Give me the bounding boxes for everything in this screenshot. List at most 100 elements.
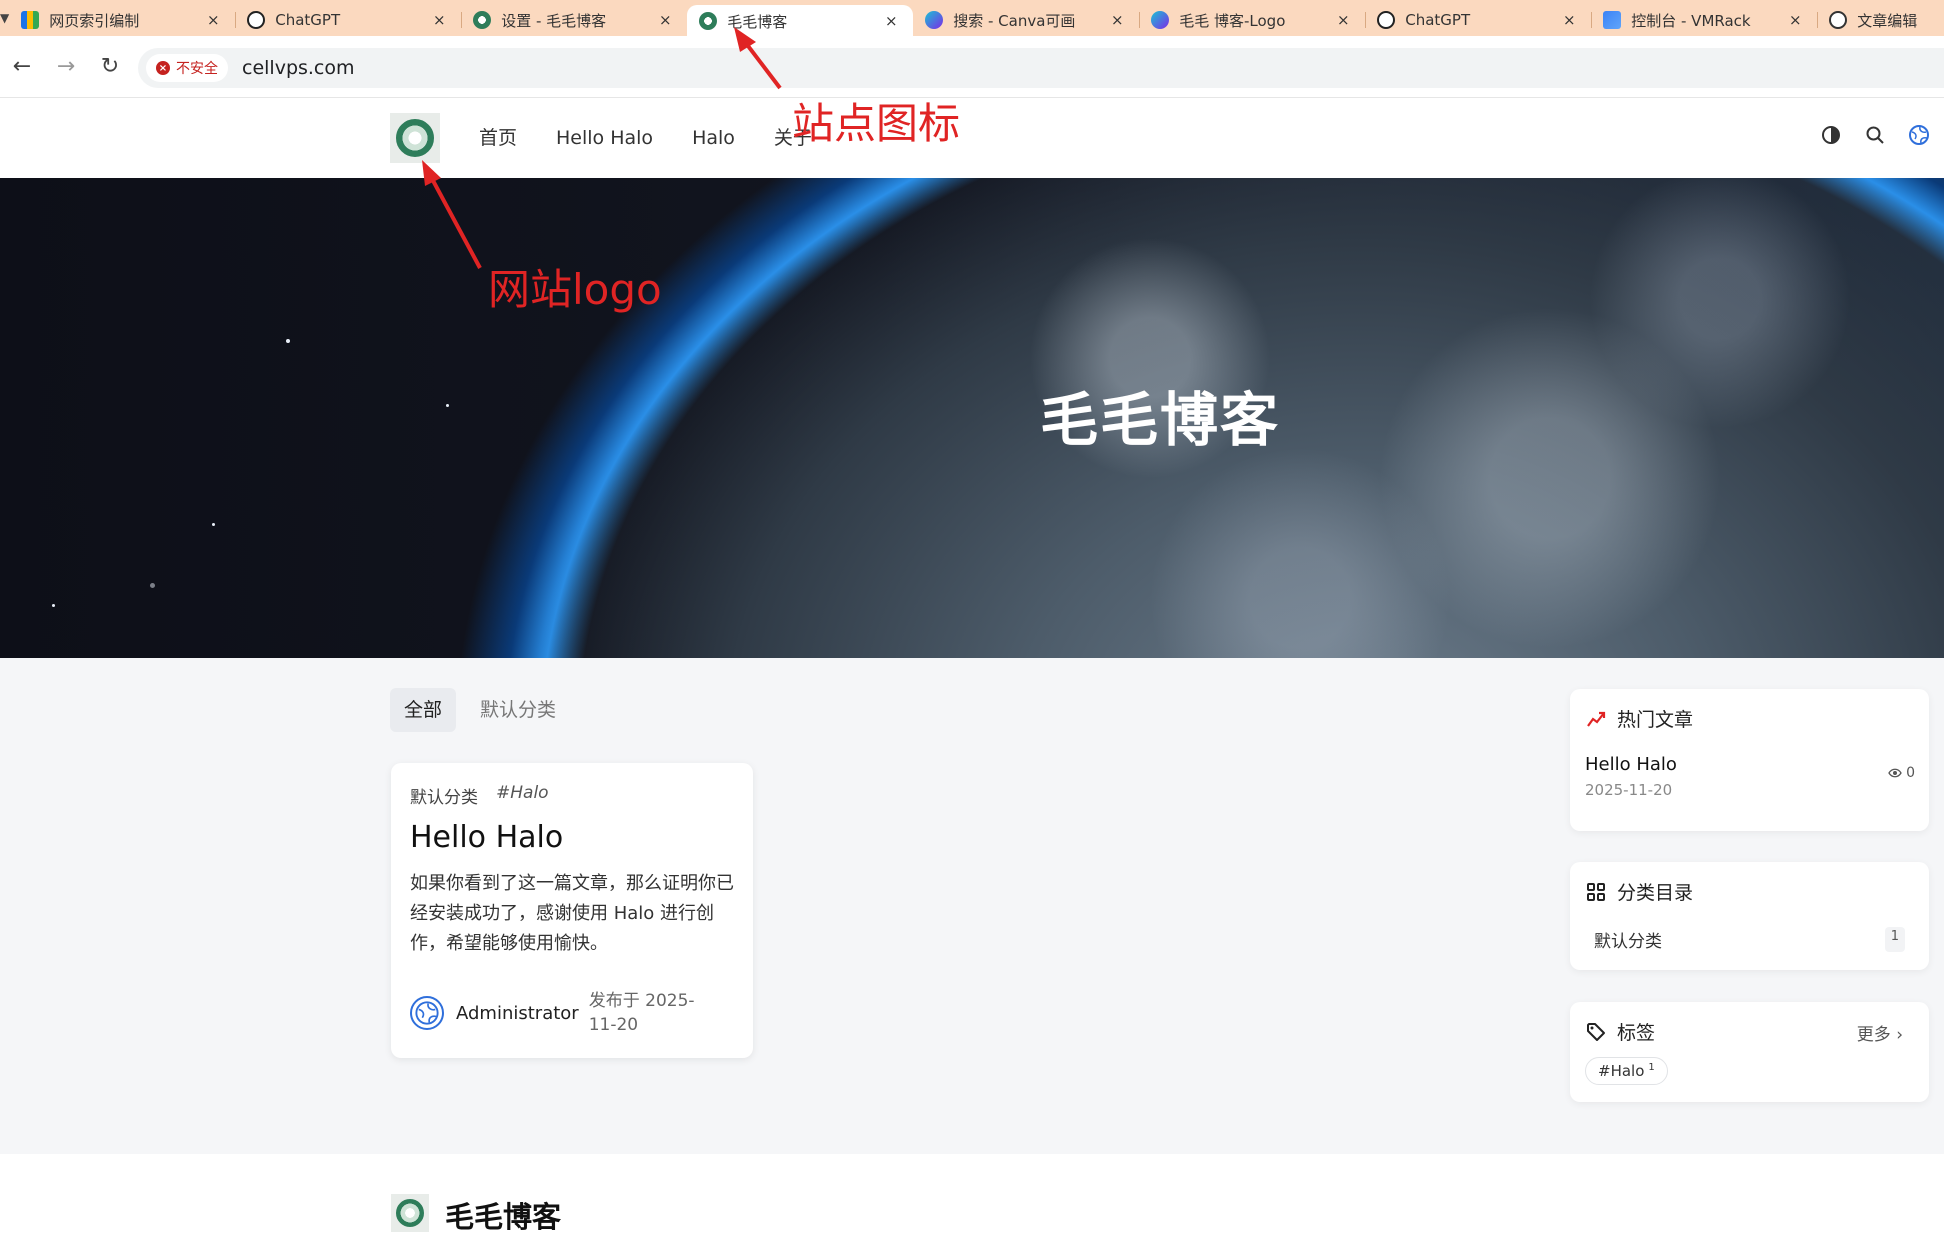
browser-tab[interactable]: ChatGPT × — [1365, 5, 1591, 35]
globe-icon — [1829, 11, 1848, 29]
chatgpt-icon — [247, 11, 266, 29]
tab-title: 搜索 - Canva可画 — [953, 11, 1076, 30]
grid-icon — [1585, 881, 1607, 903]
close-icon[interactable]: × — [205, 11, 221, 29]
browser-tab[interactable]: 控制台 - VMRack × — [1591, 5, 1817, 35]
category-tabs: 全部 默认分类 — [390, 688, 570, 732]
analytics-bars-icon — [21, 11, 40, 29]
tags-widget: 标签 更多 › #Halo 1 — [1570, 1002, 1929, 1102]
tab-title: 毛毛 博客-Logo — [1179, 11, 1286, 30]
view-count-value: 0 — [1906, 765, 1915, 781]
canva-icon — [925, 11, 944, 29]
widget-title: 标签 — [1617, 1022, 1656, 1044]
nav-hello-halo[interactable]: Hello Halo — [556, 122, 653, 154]
browser-tab[interactable]: 网页索引编制 × — [9, 5, 235, 35]
post-card[interactable]: 默认分类 #Halo Hello Halo 如果你看到了这一篇文章，那么证明你已… — [391, 763, 753, 1058]
tab-title: 网页索引编制 — [49, 11, 140, 30]
close-icon[interactable]: × — [883, 12, 899, 30]
hero-banner: 毛毛博客 — [0, 178, 1944, 658]
widget-header: 热门文章 — [1585, 705, 1914, 732]
browser-tab[interactable]: ChatGPT × — [235, 5, 461, 35]
post-meta: 默认分类 #Halo — [410, 783, 734, 808]
security-chip[interactable]: × 不安全 — [146, 54, 228, 82]
browser-tab[interactable]: 毛毛 博客-Logo × — [1139, 5, 1365, 35]
halo-site-icon — [699, 12, 718, 30]
close-icon[interactable]: × — [1561, 11, 1577, 29]
tag-chip[interactable]: #Halo 1 — [1585, 1057, 1668, 1085]
tab-default-category[interactable]: 默认分类 — [466, 688, 570, 732]
close-icon[interactable]: × — [1109, 11, 1125, 29]
warning-icon: × — [156, 61, 170, 75]
star-dot — [52, 604, 55, 607]
tag-name: #Halo — [1598, 1062, 1645, 1080]
back-arrow-icon[interactable]: ← — [0, 54, 44, 79]
post-author[interactable]: Administrator — [456, 1003, 579, 1024]
theme-toggle-icon[interactable] — [1820, 124, 1842, 146]
widget-header: 分类目录 — [1585, 878, 1914, 905]
forward-arrow-icon[interactable]: → — [44, 54, 88, 79]
category-item[interactable]: 默认分类 1 — [1585, 927, 1914, 952]
star-dot — [286, 339, 290, 343]
browser-tab[interactable]: 文章编辑 — [1817, 5, 1944, 35]
browser-tab-active[interactable]: 毛毛博客 × — [687, 5, 914, 36]
hero-title: 毛毛博客 — [1039, 386, 1280, 454]
vmrack-icon — [1603, 11, 1622, 29]
browser-tab-bar: ▼ 网页索引编制 × ChatGPT × 设置 - 毛毛博客 × 毛毛博客 × … — [0, 0, 1944, 36]
close-icon[interactable]: × — [431, 11, 447, 29]
halo-site-icon — [473, 11, 492, 29]
chevron-right-icon: › — [1896, 1025, 1903, 1045]
more-tags-link[interactable]: 更多 › — [1857, 1020, 1903, 1045]
tab-title: 文章编辑 — [1857, 11, 1918, 30]
hot-post-title[interactable]: Hello Halo — [1585, 754, 1914, 775]
address-bar[interactable]: × 不安全 cellvps.com — [138, 48, 1944, 88]
category-name: 默认分类 — [1594, 932, 1662, 952]
site-logo[interactable] — [390, 113, 440, 163]
tab-title: ChatGPT — [1405, 11, 1471, 29]
post-tag[interactable]: #Halo — [496, 783, 549, 808]
logo-seal-icon — [396, 119, 434, 157]
browser-toolbar: ← → ↻ × 不安全 cellvps.com — [0, 36, 1944, 98]
tag-icon — [1585, 1021, 1607, 1043]
nav-home[interactable]: 首页 — [479, 122, 517, 154]
canva-icon — [1151, 11, 1170, 29]
close-icon[interactable]: × — [657, 11, 673, 29]
user-globe-icon[interactable] — [1908, 124, 1930, 146]
post-date: 发布于 2025-11-20 — [588, 991, 695, 1035]
close-icon[interactable]: × — [1335, 11, 1351, 29]
trending-icon — [1585, 708, 1607, 730]
post-title[interactable]: Hello Halo — [410, 820, 734, 855]
hot-post-date: 2025-11-20 — [1585, 781, 1673, 799]
tab-search-menu-icon[interactable]: ▼ — [0, 0, 9, 36]
browser-tab[interactable]: 搜索 - Canva可画 × — [913, 5, 1139, 35]
hot-posts-widget: 热门文章 Hello Halo 2025-11-20 0 — [1570, 689, 1929, 831]
tab-title: 设置 - 毛毛博客 — [501, 11, 607, 30]
footer-site-name: 毛毛博客 — [445, 1200, 562, 1234]
widget-title: 分类目录 — [1617, 882, 1694, 904]
url-text[interactable]: cellvps.com — [242, 57, 355, 79]
widget-title: 热门文章 — [1617, 709, 1694, 731]
post-excerpt: 如果你看到了这一篇文章，那么证明你已经安装成功了，感谢使用 Halo 进行创作，… — [410, 873, 734, 954]
browser-tab[interactable]: 设置 - 毛毛博客 × — [461, 5, 687, 35]
tab-all[interactable]: 全部 — [390, 688, 457, 732]
footer-logo[interactable] — [391, 1194, 429, 1232]
view-count: 0 — [1888, 765, 1915, 781]
categories-widget: 分类目录 默认分类 1 — [1570, 862, 1929, 970]
header-actions — [1820, 124, 1930, 146]
tab-title: ChatGPT — [275, 11, 341, 29]
star-dot — [212, 523, 215, 526]
post-footer: Administrator 发布于 2025-11-20 — [410, 989, 719, 1037]
favicon-annotation: 站点图标 — [792, 99, 961, 148]
search-icon[interactable] — [1864, 124, 1886, 146]
logo-annotation: 网站logo — [488, 265, 662, 314]
tab-title: 控制台 - VMRack — [1631, 11, 1751, 30]
avatar[interactable] — [410, 996, 444, 1030]
more-label: 更多 — [1856, 1025, 1891, 1045]
logo-seal-icon — [396, 1199, 424, 1227]
nav-halo[interactable]: Halo — [692, 122, 735, 154]
eye-icon — [1888, 768, 1902, 778]
reload-icon[interactable]: ↻ — [88, 54, 132, 79]
star-dot — [150, 583, 155, 588]
post-category[interactable]: 默认分类 — [410, 783, 478, 808]
tab-title: 毛毛博客 — [727, 12, 788, 31]
close-icon[interactable]: × — [1787, 11, 1803, 29]
